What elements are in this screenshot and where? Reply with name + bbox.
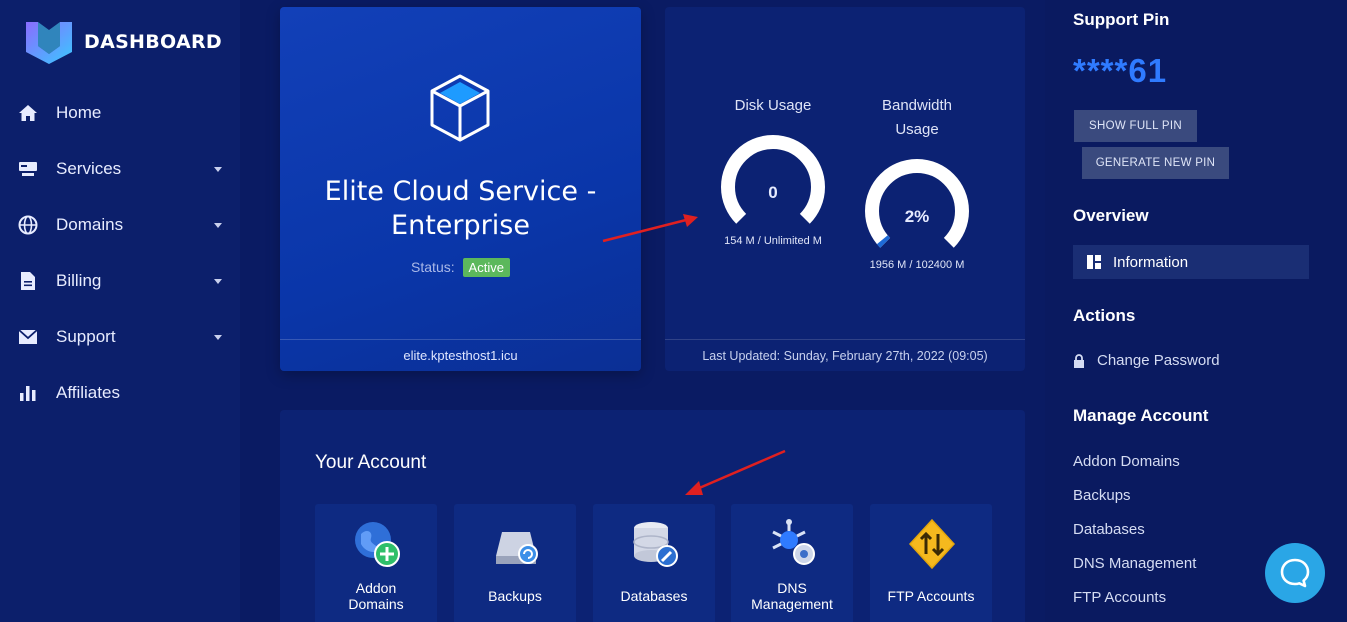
tile-label: DNS [777,580,807,596]
manage-link-backups[interactable]: Backups [1073,487,1131,504]
show-full-pin-button[interactable]: SHOW FULL PIN [1074,110,1197,142]
sidebar-item-label: Affiliates [56,383,120,402]
change-password-label: Change Password [1097,352,1220,369]
manage-link-dns-management[interactable]: DNS Management [1073,555,1196,572]
service-title-line: Enterprise [391,210,530,241]
sidebar-item-label: Home [56,103,102,122]
actions-title: Actions [1073,306,1136,325]
sidebar-item-support[interactable]: Support [0,309,240,365]
home-icon [18,103,38,123]
status-label: Status: [411,259,455,275]
chevron-down-icon [214,335,222,340]
tile-label: Domains [348,596,404,612]
tile-label: Backups [488,588,542,604]
dashboard-icon [1087,255,1101,269]
manage-link-ftp-accounts[interactable]: FTP Accounts [1073,589,1166,606]
sidebar-item-affiliates[interactable]: Affiliates [0,365,240,421]
tile-dns-management[interactable]: DNS Management [731,504,853,622]
information-link[interactable]: Information [1073,245,1309,279]
bandwidth-usage-caption: 1956 M / 102400 M [869,259,965,271]
bandwidth-label-line: Bandwidth [881,97,953,114]
sidebar-item-services[interactable]: Services [0,141,240,197]
generate-new-pin-button[interactable]: GENERATE NEW PIN [1082,147,1229,179]
bandwidth-usage-gauge: 2% [865,159,969,248]
your-account-title: Your Account [315,452,427,473]
status-row: Status: Active [280,258,641,277]
lock-icon [1074,353,1084,368]
disk-usage-gauge: 0 [721,135,825,224]
brand-logo-icon [26,22,72,64]
chevron-down-icon [214,167,222,172]
tile-label: Databases [620,588,688,604]
status-badge: Active [462,258,510,277]
tile-ftp-accounts[interactable]: FTP Accounts [870,504,992,622]
service-domain-link[interactable]: elite.kptesthost1.icu [280,339,641,371]
information-label: Information [1113,253,1189,271]
chevron-down-icon [214,223,222,228]
tile-backups[interactable]: Backups [454,504,576,622]
brand-name: DASHBOARD [84,31,222,53]
service-title: Elite Cloud Service - Enterprise [280,175,641,243]
file-icon [18,271,38,291]
sidebar-item-label: Domains [56,215,124,234]
sidebar: DASHBOARD Home Services Domains Billing … [0,0,240,622]
bandwidth-usage-label: Bandwidth Usage [852,94,982,142]
tile-label: FTP Accounts [887,588,975,604]
brand[interactable]: DASHBOARD [24,20,222,64]
usage-card: Disk Usage 0 154 M / Unlimited M Bandwid… [665,7,1025,371]
manage-link-databases[interactable]: Databases [1073,521,1145,538]
bandwidth-label-line: Usage [895,121,939,138]
backups-icon [496,532,538,564]
disk-usage-label: Disk Usage [734,97,812,114]
service-card: Elite Cloud Service - Enterprise Status:… [280,7,641,371]
manage-account-title: Manage Account [1073,406,1209,425]
server-icon [18,159,38,179]
last-updated: Last Updated: Sunday, February 27th, 202… [665,339,1025,371]
chat-icon [1280,558,1310,588]
sidebar-item-domains[interactable]: Domains [0,197,240,253]
change-password-link[interactable]: Change Password [1073,352,1220,369]
manage-link-addon-domains[interactable]: Addon Domains [1073,453,1180,470]
tile-databases[interactable]: Databases [593,504,715,622]
sidebar-item-label: Services [56,159,122,178]
sidebar-item-label: Support [56,327,116,346]
tile-addon-domains[interactable]: Addon Domains [315,504,437,622]
support-pin-title: Support Pin [1073,10,1170,29]
support-pin-value: ****61 [1073,52,1168,89]
ftp-accounts-icon [908,518,956,570]
bar-chart-icon [18,383,38,403]
databases-icon [633,522,678,567]
envelope-icon [18,327,38,347]
sidebar-nav: Home Services Domains Billing Support Af… [0,85,240,421]
dns-management-icon [772,519,815,565]
tile-label: Management [751,596,833,612]
addon-domains-icon [355,522,400,567]
your-account-card: Your Account Addon Domains Backups Datab… [280,410,1025,622]
chevron-down-icon [214,279,222,284]
sidebar-item-home[interactable]: Home [0,85,240,141]
tile-label: Addon [355,580,397,596]
cube-icon [430,74,490,142]
main-content: Elite Cloud Service - Enterprise Status:… [240,0,1045,622]
disk-usage-value: 0 [768,183,777,202]
service-title-line: Elite Cloud Service - [324,176,597,207]
disk-usage-caption: 154 M / Unlimited M [724,235,822,247]
globe-icon [18,215,38,235]
right-panel: Support Pin ****61 SHOW FULL PIN GENERAT… [1045,0,1347,622]
sidebar-item-billing[interactable]: Billing [0,253,240,309]
chat-button[interactable] [1265,543,1325,603]
overview-title: Overview [1073,206,1149,225]
sidebar-item-label: Billing [56,271,102,290]
bandwidth-usage-value: 2% [905,207,930,226]
